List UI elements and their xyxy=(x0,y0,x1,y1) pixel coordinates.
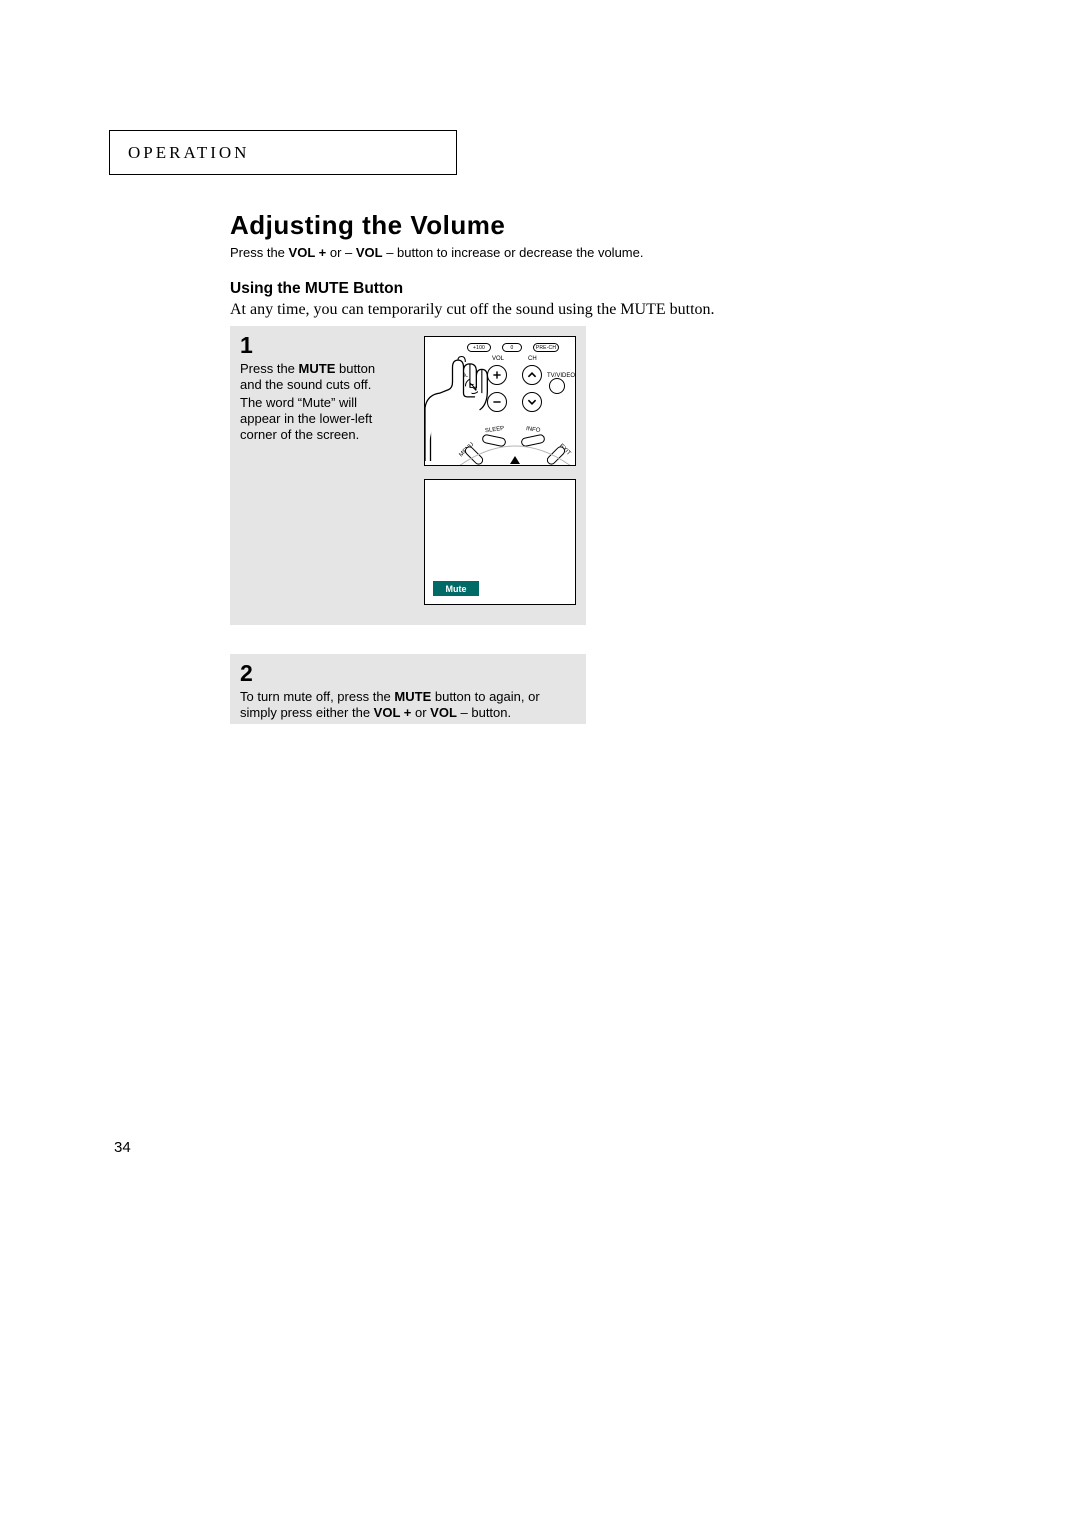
tv-mute-label: Mute xyxy=(446,584,467,594)
remote-panel: +100 0 PRE-CH VOL CH MUTE TV/VIDEO SLEEP xyxy=(424,336,576,466)
body-text: At any time, you can temporarily cut off… xyxy=(230,301,715,319)
remote-zero-button: 0 xyxy=(502,343,522,352)
step2-bold: VOL xyxy=(430,705,457,720)
intro-bold: VOL + xyxy=(289,245,327,260)
intro-bold: VOL xyxy=(356,245,383,260)
remote-ch-down-button xyxy=(522,392,542,412)
page-title: Adjusting the Volume xyxy=(230,210,505,241)
step2-bold: MUTE xyxy=(394,689,431,704)
step2-block: 2 To turn mute off, press the MUTE butto… xyxy=(230,654,586,724)
remote-tvvideo-button xyxy=(549,378,565,394)
intro-seg: or – xyxy=(326,245,356,260)
page-number: 34 xyxy=(114,1139,131,1156)
step2-text: To turn mute off, press the MUTE button … xyxy=(240,689,572,721)
intro-seg: Press the xyxy=(230,245,289,260)
intro-text: Press the VOL + or – VOL – button to inc… xyxy=(230,245,643,260)
remote-zero-label: 0 xyxy=(511,345,514,351)
tv-screen-panel: Mute xyxy=(424,479,576,605)
step2-bold: VOL + xyxy=(374,705,412,720)
step2-seg: To turn mute off, press the xyxy=(240,689,394,704)
step1-text: Press the MUTE button and the sound cuts… xyxy=(240,361,392,443)
step2-seg: – button. xyxy=(457,705,511,720)
subheading: Using the MUTE Button xyxy=(230,280,403,298)
step1-seg: Press the xyxy=(240,361,299,376)
step2-seg: or xyxy=(411,705,430,720)
section-label-box: OPERATION xyxy=(109,130,457,175)
remote-plus100-label: +100 xyxy=(473,345,485,351)
step1-paragraph2: The word “Mute” will appear in the lower… xyxy=(240,395,372,442)
remote-prech-button: PRE-CH xyxy=(533,343,559,352)
step2-number: 2 xyxy=(240,660,586,687)
tv-mute-indicator: Mute xyxy=(433,581,479,596)
remote-prech-label: PRE-CH xyxy=(536,345,556,351)
remote-ch-up-button xyxy=(522,365,542,385)
intro-seg: – button to increase or decrease the vol… xyxy=(383,245,644,260)
remote-ch-label: CH xyxy=(528,356,537,362)
hand-illustration xyxy=(424,351,495,461)
step1-bold: MUTE xyxy=(299,361,336,376)
section-label: OPERATION xyxy=(128,143,249,163)
